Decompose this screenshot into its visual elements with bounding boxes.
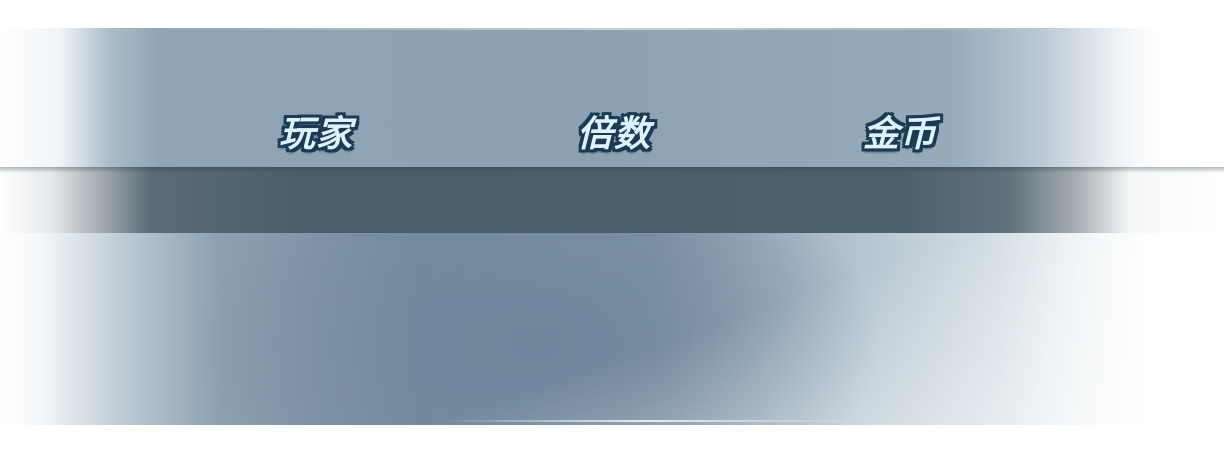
column-header-player: 玩家 xyxy=(278,114,354,155)
settlement-table-panel: 玩家 倍数 金币 xyxy=(0,0,1224,450)
header-divider-strip xyxy=(0,167,1224,233)
column-header-gold: 金币 xyxy=(862,114,938,155)
column-header-multiplier: 倍数 xyxy=(576,114,652,155)
panel-bottom-highlight xyxy=(440,420,860,422)
table-body-panel xyxy=(0,233,1224,425)
